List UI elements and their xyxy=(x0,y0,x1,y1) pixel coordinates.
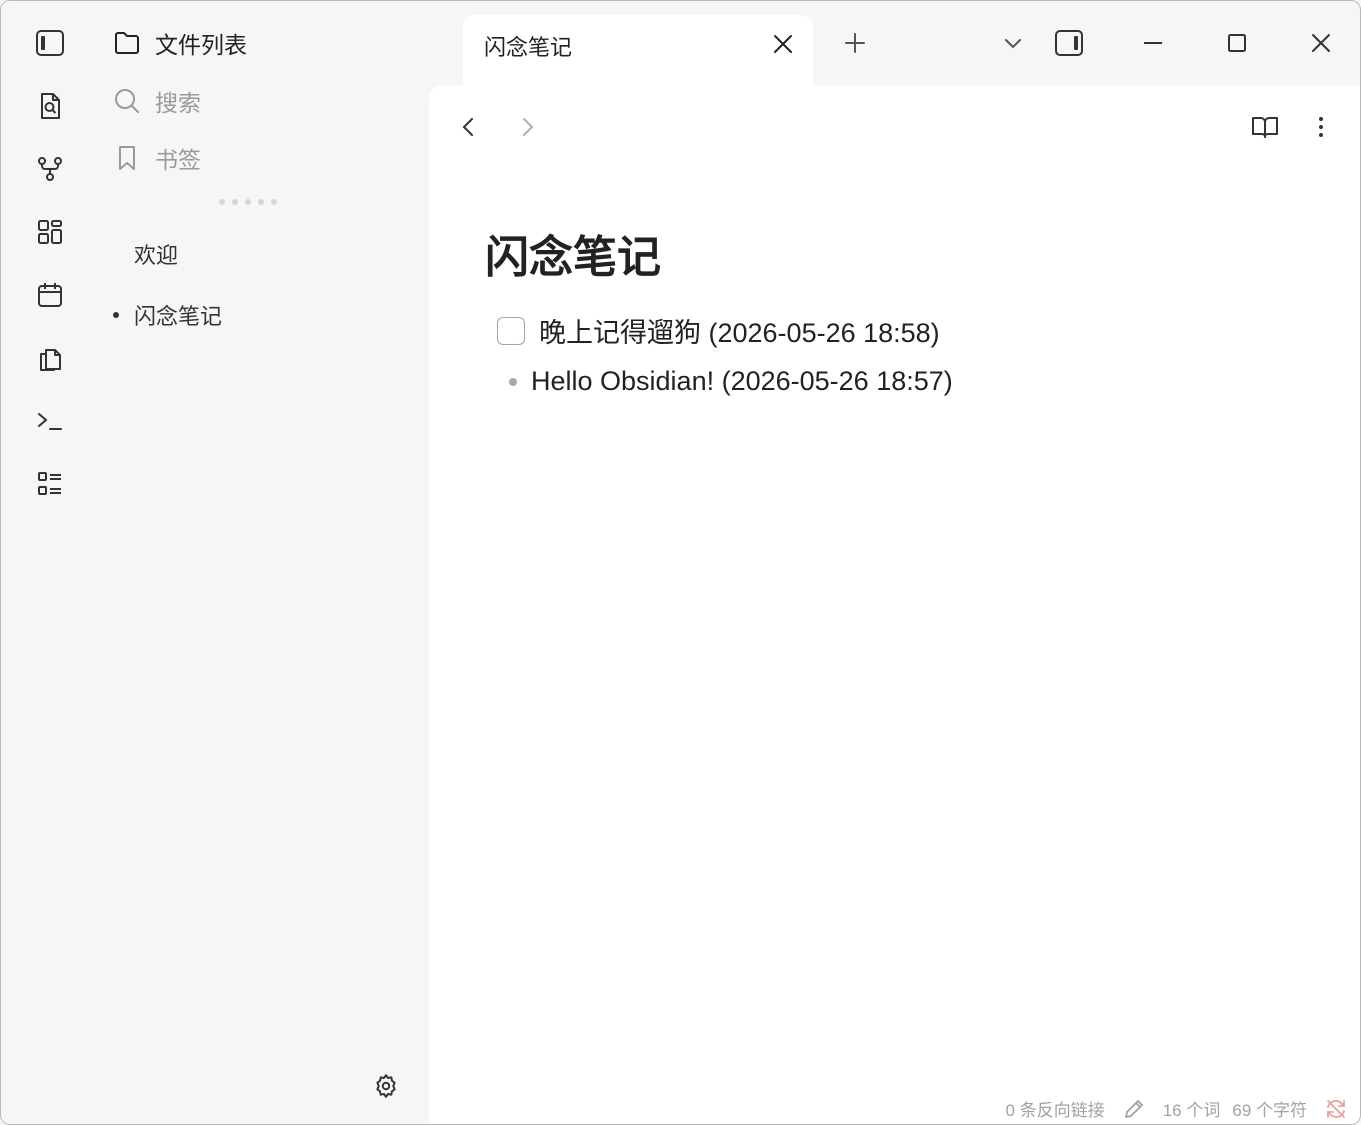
maximize-icon xyxy=(1228,34,1246,52)
gear-icon xyxy=(376,1074,396,1098)
file-search-icon xyxy=(41,93,60,119)
templates-button[interactable] xyxy=(31,339,69,377)
plus-icon xyxy=(845,33,865,53)
quick-switcher-button[interactable] xyxy=(31,87,69,125)
sync-off-icon xyxy=(1327,1099,1345,1118)
sidebar-toggle-icon xyxy=(36,30,64,56)
right-sidebar-toggle-button[interactable] xyxy=(1051,25,1087,61)
list-item: Hello Obsidian! (2026-05-26 18:57) xyxy=(509,366,953,397)
forward-button[interactable] xyxy=(511,111,543,143)
new-tab-button[interactable] xyxy=(837,25,873,61)
outline-button[interactable] xyxy=(31,465,69,503)
bookmarks-label: 书签 xyxy=(155,147,201,173)
chevron-left-icon xyxy=(462,118,473,136)
word-count: 16 个词 xyxy=(1162,1101,1221,1120)
sidebar-right-icon xyxy=(1055,30,1083,56)
close-icon xyxy=(1312,34,1330,52)
canvas-button[interactable] xyxy=(31,213,69,251)
tab-flash-notes[interactable]: 闪念笔记 xyxy=(463,15,813,85)
close-icon xyxy=(774,35,792,53)
bookmarks-tab[interactable]: 书签 xyxy=(113,138,201,178)
status-bar: 0 条反向链接 16 个词 69 个字符 xyxy=(1006,1096,1347,1121)
task-checkbox[interactable] xyxy=(497,316,525,345)
terminal-icon xyxy=(38,413,62,430)
edit-mode-button[interactable] xyxy=(1123,1098,1145,1120)
settings-button[interactable] xyxy=(371,1071,401,1101)
tab-close-button[interactable] xyxy=(768,29,798,59)
title-bar: 闪念笔记 xyxy=(429,1,1360,85)
graph-icon xyxy=(38,157,62,181)
reading-view-button[interactable] xyxy=(1249,111,1281,143)
file-item-label: 欢迎 xyxy=(134,243,179,268)
chevron-right-icon xyxy=(523,118,534,136)
drag-handle[interactable] xyxy=(219,199,277,205)
file-explorer-header[interactable]: 文件列表 xyxy=(113,23,247,63)
back-button[interactable] xyxy=(453,111,485,143)
folder-icon xyxy=(115,32,139,54)
more-vertical-icon xyxy=(1319,117,1323,137)
file-item-label: 闪念笔记 xyxy=(134,304,223,329)
grid-icon xyxy=(38,220,62,244)
editor-pane: 闪念笔记 晚上记得遛狗 (2026-05-26 18:58) Hello Obs… xyxy=(429,85,1360,1124)
sidebar-toggle-button[interactable] xyxy=(31,24,69,62)
graph-view-button[interactable] xyxy=(31,150,69,188)
book-open-icon xyxy=(1252,117,1278,138)
sync-status[interactable] xyxy=(1325,1098,1347,1120)
bookmark-icon xyxy=(119,146,135,170)
search-label: 搜索 xyxy=(155,90,201,116)
copy-icon xyxy=(40,349,61,371)
backlinks-count[interactable]: 0 条反向链接 xyxy=(1006,1096,1105,1121)
search-icon xyxy=(115,89,139,113)
pencil-icon xyxy=(1124,1099,1143,1118)
command-palette-button[interactable] xyxy=(31,402,69,440)
file-item-flash-notes[interactable]: 闪念笔记 xyxy=(113,298,223,332)
char-count: 69 个字符 xyxy=(1232,1101,1307,1120)
list-item-text[interactable]: Hello Obsidian! (2026-05-26 18:57) xyxy=(531,366,953,397)
bullet-marker xyxy=(509,377,517,386)
file-item-welcome[interactable]: 欢迎 xyxy=(134,237,178,271)
search-tab[interactable]: 搜索 xyxy=(113,81,201,121)
ribbon xyxy=(1,1,99,1124)
maximize-button[interactable] xyxy=(1219,25,1255,61)
file-explorer-label: 文件列表 xyxy=(155,32,247,58)
active-file-dot xyxy=(113,312,119,318)
close-window-button[interactable] xyxy=(1303,25,1339,61)
tab-title: 闪念笔记 xyxy=(484,35,573,60)
task-item: 晚上记得遛狗 (2026-05-26 18:58) xyxy=(497,311,940,350)
list-icon xyxy=(38,472,61,495)
chevron-down-icon xyxy=(1005,39,1021,49)
calendar-icon xyxy=(38,283,62,307)
left-sidebar: 文件列表 搜索 书签 欢迎 闪念笔记 xyxy=(99,1,429,1124)
more-options-button[interactable] xyxy=(1305,111,1337,143)
document-title: 闪念笔记 xyxy=(485,232,661,283)
minimize-button[interactable] xyxy=(1135,25,1171,61)
tab-list-button[interactable] xyxy=(995,25,1031,61)
task-text[interactable]: 晚上记得遛狗 (2026-05-26 18:58) xyxy=(539,311,940,350)
minimize-icon xyxy=(1144,42,1162,44)
app-window: 文件列表 搜索 书签 欢迎 闪念笔记 闪念笔记 闪念笔记 晚上记得遛狗 (202… xyxy=(0,0,1361,1125)
daily-note-button[interactable] xyxy=(31,276,69,314)
